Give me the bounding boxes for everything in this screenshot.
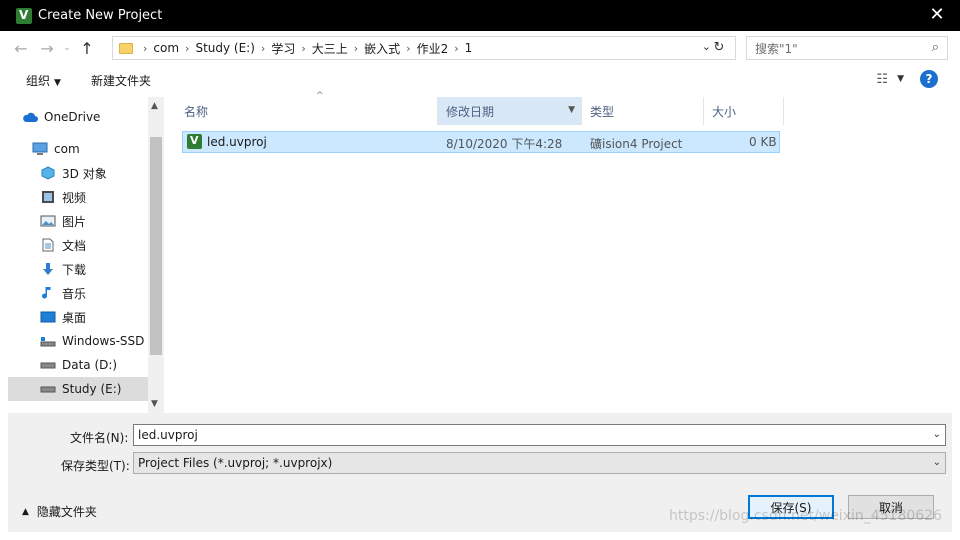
chevron-right-icon[interactable]: › [354, 42, 358, 55]
file-date: 8/10/2020 下午4:28 [446, 137, 563, 151]
drive-icon [40, 382, 56, 396]
search-input[interactable]: 搜索"1" ⌕ [746, 36, 948, 60]
scrollbar-thumb[interactable] [150, 137, 162, 355]
filetype-label: 保存类型(T): [61, 459, 130, 473]
nav-item-onedrive[interactable]: OneDrive [22, 105, 162, 129]
breadcrumb-qianrushi[interactable]: 嵌入式 [364, 40, 400, 57]
chevron-right-icon[interactable]: › [406, 42, 410, 55]
drive-icon [40, 334, 56, 348]
column-label: 名称 [184, 104, 209, 119]
desktop-icon [40, 310, 56, 324]
filetype-select[interactable]: Project Files (*.uvproj; *.uvprojx) ⌄ [133, 452, 946, 474]
back-button[interactable]: ← [8, 35, 34, 61]
breadcrumb-zuoye2[interactable]: 作业2 [417, 40, 449, 57]
search-icon[interactable]: ⌕ [932, 40, 939, 55]
nav-label: 图片 [62, 214, 87, 229]
help-icon[interactable]: ? [920, 70, 938, 88]
column-header-name[interactable]: 名称 ^ [176, 91, 438, 125]
nav-item-study-e[interactable]: Study (E:) [8, 377, 148, 401]
column-label: 修改日期 [446, 104, 495, 119]
file-list-pane: 名称 ^ 修改日期 ▼ 类型 大小 led.uvproj 8/10/2020 下… [168, 91, 952, 413]
breadcrumb-com[interactable]: com [153, 41, 179, 55]
picture-icon [40, 214, 56, 228]
new-folder-button[interactable]: 新建文件夹 [91, 72, 151, 89]
nav-label: com [54, 142, 80, 156]
save-options-panel: 文件名(N): led.uvproj ⌄ 保存类型(T): Project Fi… [8, 413, 952, 532]
watermark: https://blog.csdn.net/weixin_45180626 [668, 508, 942, 524]
caret-up-icon: ▲ [22, 506, 29, 517]
nav-label: 视频 [62, 190, 87, 205]
breadcrumb-1[interactable]: 1 [465, 41, 473, 55]
close-button[interactable]: ✕ [926, 4, 948, 26]
forward-button[interactable]: → [34, 35, 60, 61]
nav-label: Data (D:) [62, 358, 118, 372]
command-toolbar: 组织 ▼ 新建文件夹 ☷ ▼ ? [8, 65, 952, 95]
uvision-app-icon [16, 7, 32, 24]
caret-down-icon: ▼ [54, 77, 61, 88]
chevron-down-icon[interactable]: ▼ [568, 105, 575, 115]
nav-label: 音乐 [62, 286, 87, 301]
chevron-down-icon[interactable]: ⌄ [933, 425, 941, 445]
column-header-type[interactable]: 类型 [582, 97, 704, 125]
breadcrumb-xuexi[interactable]: 学习 [271, 40, 295, 57]
download-icon [40, 262, 56, 276]
filename-value: led.uvproj [138, 428, 198, 442]
navigation-pane: OneDrive com 3D 对象 视频 图片 文档 下载 音乐 桌面 Win… [8, 97, 164, 413]
filename-input[interactable]: led.uvproj ⌄ [133, 424, 946, 446]
up-button[interactable]: ↑ [74, 35, 100, 61]
column-header-size[interactable]: 大小 [704, 97, 784, 125]
file-type: 礦ision4 Project [590, 137, 683, 151]
cube-icon [40, 166, 56, 180]
chevron-right-icon[interactable]: › [301, 42, 305, 55]
nav-scrollbar[interactable]: ▲ ▼ [148, 97, 164, 413]
file-size: 0 KB [749, 135, 777, 149]
chevron-right-icon[interactable]: › [143, 42, 147, 55]
chevron-right-icon[interactable]: › [261, 42, 265, 55]
sort-ascending-icon: ^ [316, 91, 324, 101]
hide-folders-label: 隐藏文件夹 [36, 505, 97, 519]
scroll-down-icon[interactable]: ▼ [151, 399, 158, 409]
filetype-value: Project Files (*.uvproj; *.uvprojx) [138, 456, 333, 470]
column-header-date[interactable]: 修改日期 ▼ [438, 97, 582, 125]
file-row[interactable]: led.uvproj 8/10/2020 下午4:28 礦ision4 Proj… [182, 131, 780, 153]
chevron-down-icon[interactable]: ⌄ [933, 453, 941, 473]
chevron-right-icon[interactable]: › [454, 42, 458, 55]
refresh-icon[interactable]: ↻ [710, 36, 728, 60]
title-bar: Create New Project ✕ [0, 0, 960, 31]
column-label: 大小 [712, 104, 737, 119]
organize-label: 组织 [26, 73, 51, 88]
expand-history-icon[interactable]: ⌄ [60, 35, 74, 61]
breadcrumb-dasanshang[interactable]: 大三上 [312, 40, 348, 57]
nav-label: Windows-SSD [62, 334, 145, 348]
chevron-right-icon[interactable]: › [185, 42, 189, 55]
hide-folders-toggle[interactable]: ▲ 隐藏文件夹 [22, 503, 97, 520]
scroll-up-icon[interactable]: ▲ [151, 101, 158, 111]
document-icon [40, 238, 56, 252]
nav-label: 3D 对象 [62, 166, 107, 181]
nav-label: 文档 [62, 238, 87, 253]
nav-label: 桌面 [62, 310, 87, 325]
address-bar[interactable]: › com › Study (E:) › 学习 › 大三上 › 嵌入式 › 作业… [112, 36, 736, 60]
breadcrumb-study[interactable]: Study (E:) [195, 41, 254, 55]
video-icon [40, 190, 56, 204]
view-options-icon[interactable]: ☷ [876, 72, 888, 87]
search-placeholder: 搜索"1" [755, 41, 798, 56]
cloud-icon [22, 110, 38, 124]
file-name: led.uvproj [207, 135, 267, 149]
uvproj-file-icon [187, 134, 202, 149]
computer-icon [32, 142, 48, 156]
address-row: ← → ⌄ ↑ › com › Study (E:) › 学习 › 大三上 › … [8, 33, 952, 63]
filename-label: 文件名(N): [70, 431, 129, 445]
drive-icon [40, 358, 56, 372]
nav-label: Study (E:) [62, 382, 122, 396]
column-label: 类型 [590, 104, 615, 119]
window-title: Create New Project [38, 8, 163, 23]
organize-button[interactable]: 组织 ▼ [26, 72, 61, 89]
nav-label: 下载 [62, 262, 87, 277]
folder-icon [119, 42, 133, 54]
music-icon [40, 286, 56, 300]
caret-down-icon[interactable]: ▼ [897, 74, 904, 84]
save-dialog: ← → ⌄ ↑ › com › Study (E:) › 学习 › 大三上 › … [0, 31, 960, 540]
nav-label: OneDrive [44, 110, 101, 124]
